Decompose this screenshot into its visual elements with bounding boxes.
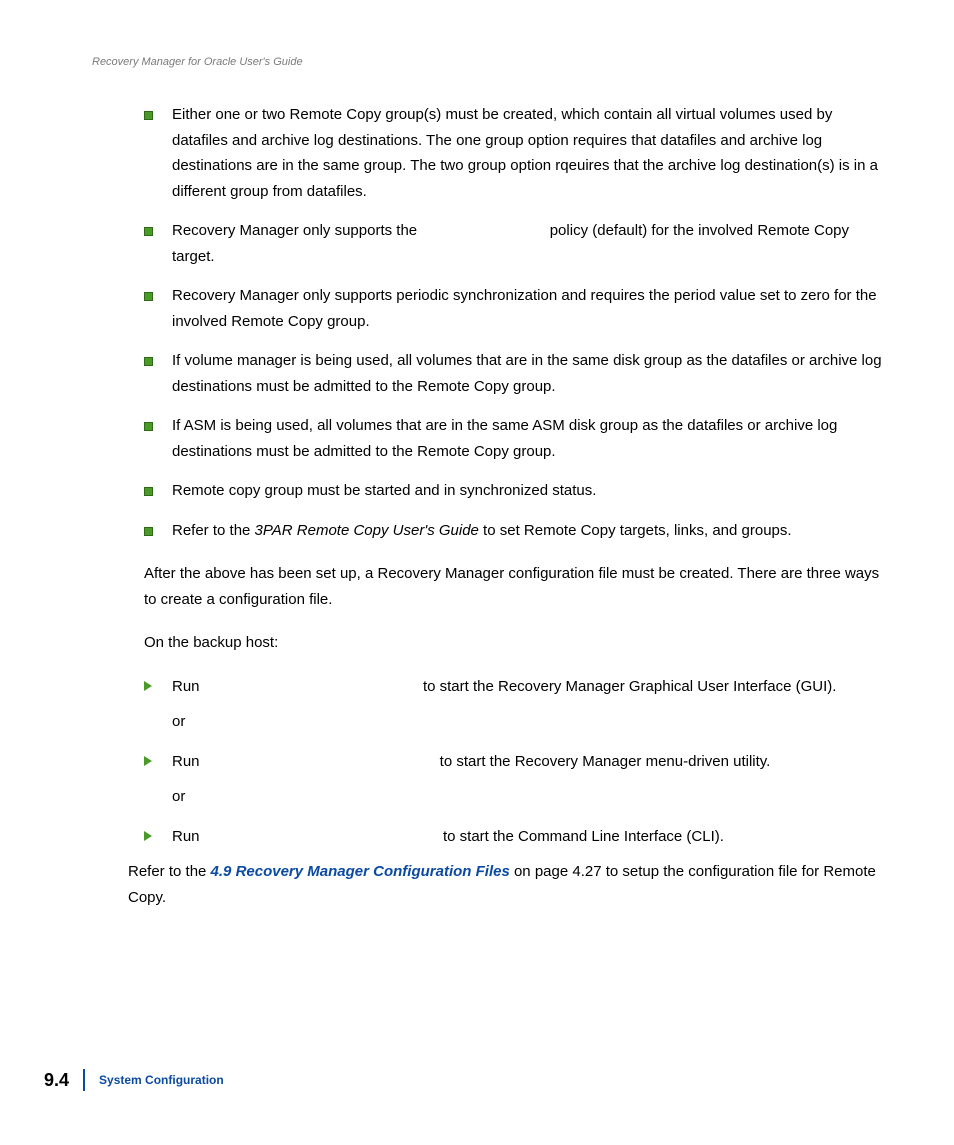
text: Refer to the [128, 863, 211, 880]
bullet-list: Either one or two Remote Copy group(s) m… [144, 102, 884, 543]
text: to set Remote Copy targets, links, and g… [479, 522, 792, 539]
italic-title: 3PAR Remote Copy User's Guide [255, 522, 479, 539]
text: to start the Command Line Interface (CLI… [439, 828, 724, 845]
footer-divider [83, 1069, 85, 1091]
text: Refer to the [172, 522, 255, 539]
triangle-item: Run /opt/3par/rmora/3.0/bin/rmoragui to … [144, 674, 884, 735]
text: Run [172, 828, 204, 845]
bullet-item: Recovery Manager only supports periodic … [144, 283, 884, 334]
text: to start the Recovery Manager Graphical … [419, 678, 837, 695]
bullet-item: Recovery Manager only supports the no_fa… [144, 218, 884, 269]
code-text: /opt/3par/rmora/3.0/bin/rmoragui [204, 678, 419, 695]
paragraph: On the backup host: [144, 630, 884, 656]
text: Recovery Manager only supports the [172, 222, 421, 239]
code-text: no_fail_wrt_on_err [421, 222, 545, 239]
page-footer: 9.4 System Configuration [44, 1069, 224, 1091]
text: to start the Recovery Manager menu-drive… [435, 753, 770, 770]
or-text: or [172, 709, 884, 735]
paragraph: After the above has been set up, a Recov… [144, 561, 884, 612]
triangle-item: Run /opt/3par/rmora/3.0/bin/rmorasetup t… [144, 749, 884, 810]
bullet-item: Remote copy group must be started and in… [144, 478, 884, 504]
text: Run [172, 753, 204, 770]
bullet-item: If volume manager is being used, all vol… [144, 348, 884, 399]
code-text: /opt/3par/rmora/3.0/bin/rmoraconfig [204, 828, 439, 845]
cross-reference-link[interactable]: 4.9 Recovery Manager Configuration Files [211, 863, 510, 880]
running-header: Recovery Manager for Oracle User's Guide [92, 56, 884, 68]
page-content: Either one or two Remote Copy group(s) m… [144, 102, 884, 910]
bullet-item: Refer to the 3PAR Remote Copy User's Gui… [144, 518, 884, 544]
code-text: /opt/3par/rmora/3.0/bin/rmorasetup [204, 753, 436, 770]
or-text: or [172, 784, 884, 810]
section-name: System Configuration [99, 1073, 224, 1087]
bullet-item: If ASM is being used, all volumes that a… [144, 413, 884, 464]
text: Run [172, 678, 204, 695]
triangle-list: Run /opt/3par/rmora/3.0/bin/rmoragui to … [144, 674, 884, 850]
page-number: 9.4 [44, 1070, 83, 1091]
triangle-item: Run /opt/3par/rmora/3.0/bin/rmoraconfig … [144, 824, 884, 850]
paragraph-final: Refer to the 4.9 Recovery Manager Config… [128, 859, 884, 910]
bullet-item: Either one or two Remote Copy group(s) m… [144, 102, 884, 204]
